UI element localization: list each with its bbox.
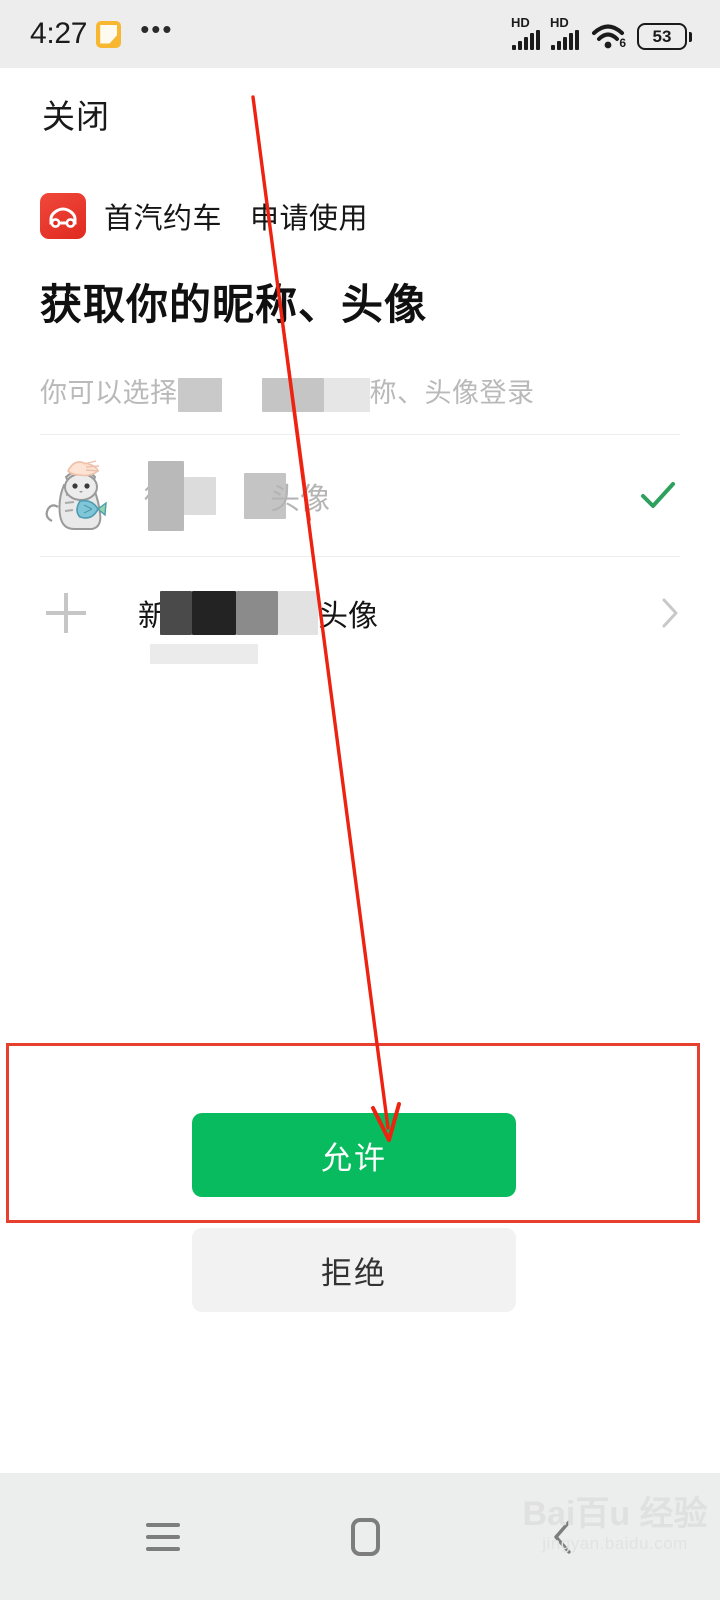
redaction-block — [148, 460, 184, 531]
signal-bars-sim1 — [512, 30, 540, 50]
wifi-generation-label: 6 — [619, 36, 626, 50]
new-avatar-label-suffix: 头像 — [318, 600, 378, 633]
hd-label-sim2: HD — [550, 15, 569, 30]
divider-top — [40, 434, 680, 435]
app-header: 首汽约车 申请使用 — [40, 193, 368, 239]
divider-middle — [40, 556, 680, 557]
redaction-block — [177, 377, 222, 412]
redaction-block — [184, 476, 216, 515]
chevron-right-icon — [660, 596, 680, 630]
account-nickname-suffix: 头像 — [270, 482, 330, 516]
signal-icon-sim1: HD — [511, 15, 540, 50]
redaction-block — [150, 644, 258, 664]
account-row[interactable]: 微头像 — [0, 438, 720, 553]
close-button[interactable]: 关闭 — [42, 90, 110, 138]
check-icon — [636, 474, 680, 518]
redaction-block — [278, 591, 318, 635]
cat-avatar — [40, 455, 122, 537]
menu-icon[interactable] — [145, 1522, 180, 1551]
signal-bars-sim2 — [551, 30, 579, 50]
status-bar-right: HD HD 6 53 — [511, 15, 692, 50]
new-avatar-label: 新头像 — [138, 591, 378, 635]
permission-subtitle-prefix: 你可以选择 — [40, 378, 178, 408]
more-dots-icon: ••• — [140, 14, 174, 44]
permission-subtitle: 你可以选择 称、头像登录 — [40, 371, 535, 412]
new-avatar-row[interactable]: 新头像 — [0, 558, 720, 668]
car-app-icon — [40, 193, 86, 239]
redaction-block — [323, 377, 370, 412]
redaction-block — [160, 591, 192, 635]
status-bar: 4:27 ••• HD HD 6 53 — [0, 0, 720, 68]
permission-subtitle-suffix: 称、头像登录 — [369, 378, 535, 408]
reject-button[interactable]: 拒绝 — [192, 1228, 516, 1312]
status-bar-left: 4:27 ••• — [30, 14, 174, 51]
redaction-block — [261, 377, 324, 412]
allow-button[interactable]: 允许 — [192, 1113, 516, 1197]
home-icon[interactable] — [350, 1517, 380, 1556]
battery-percent-label: 53 — [652, 27, 672, 46]
wifi-icon: 6 — [591, 20, 626, 50]
permission-title: 获取你的昵称、头像 — [40, 281, 428, 328]
plus-icon — [46, 593, 86, 633]
back-icon[interactable] — [551, 1519, 575, 1555]
status-time: 4:27 — [30, 17, 88, 50]
account-nickname: 微头像 — [144, 455, 330, 537]
redaction-block — [192, 591, 236, 635]
system-nav-bar — [0, 1473, 720, 1600]
app-action-label: 申请使用 — [250, 203, 369, 235]
note-icon — [96, 20, 122, 48]
phone-screen: 4:27 ••• HD HD 6 53 关闭 首汽约车 申请使用 获取你的昵称、… — [0, 0, 720, 1600]
signal-icon-sim2: HD — [550, 15, 579, 50]
hd-label-sim1: HD — [511, 15, 530, 30]
app-name-label: 首汽约车 — [104, 203, 223, 235]
redaction-block — [236, 591, 278, 635]
battery-icon: 53 — [637, 23, 692, 50]
authorization-page: 关闭 首汽约车 申请使用 获取你的昵称、头像 你可以选择 称、头像登录 头像 新… — [0, 68, 720, 1473]
